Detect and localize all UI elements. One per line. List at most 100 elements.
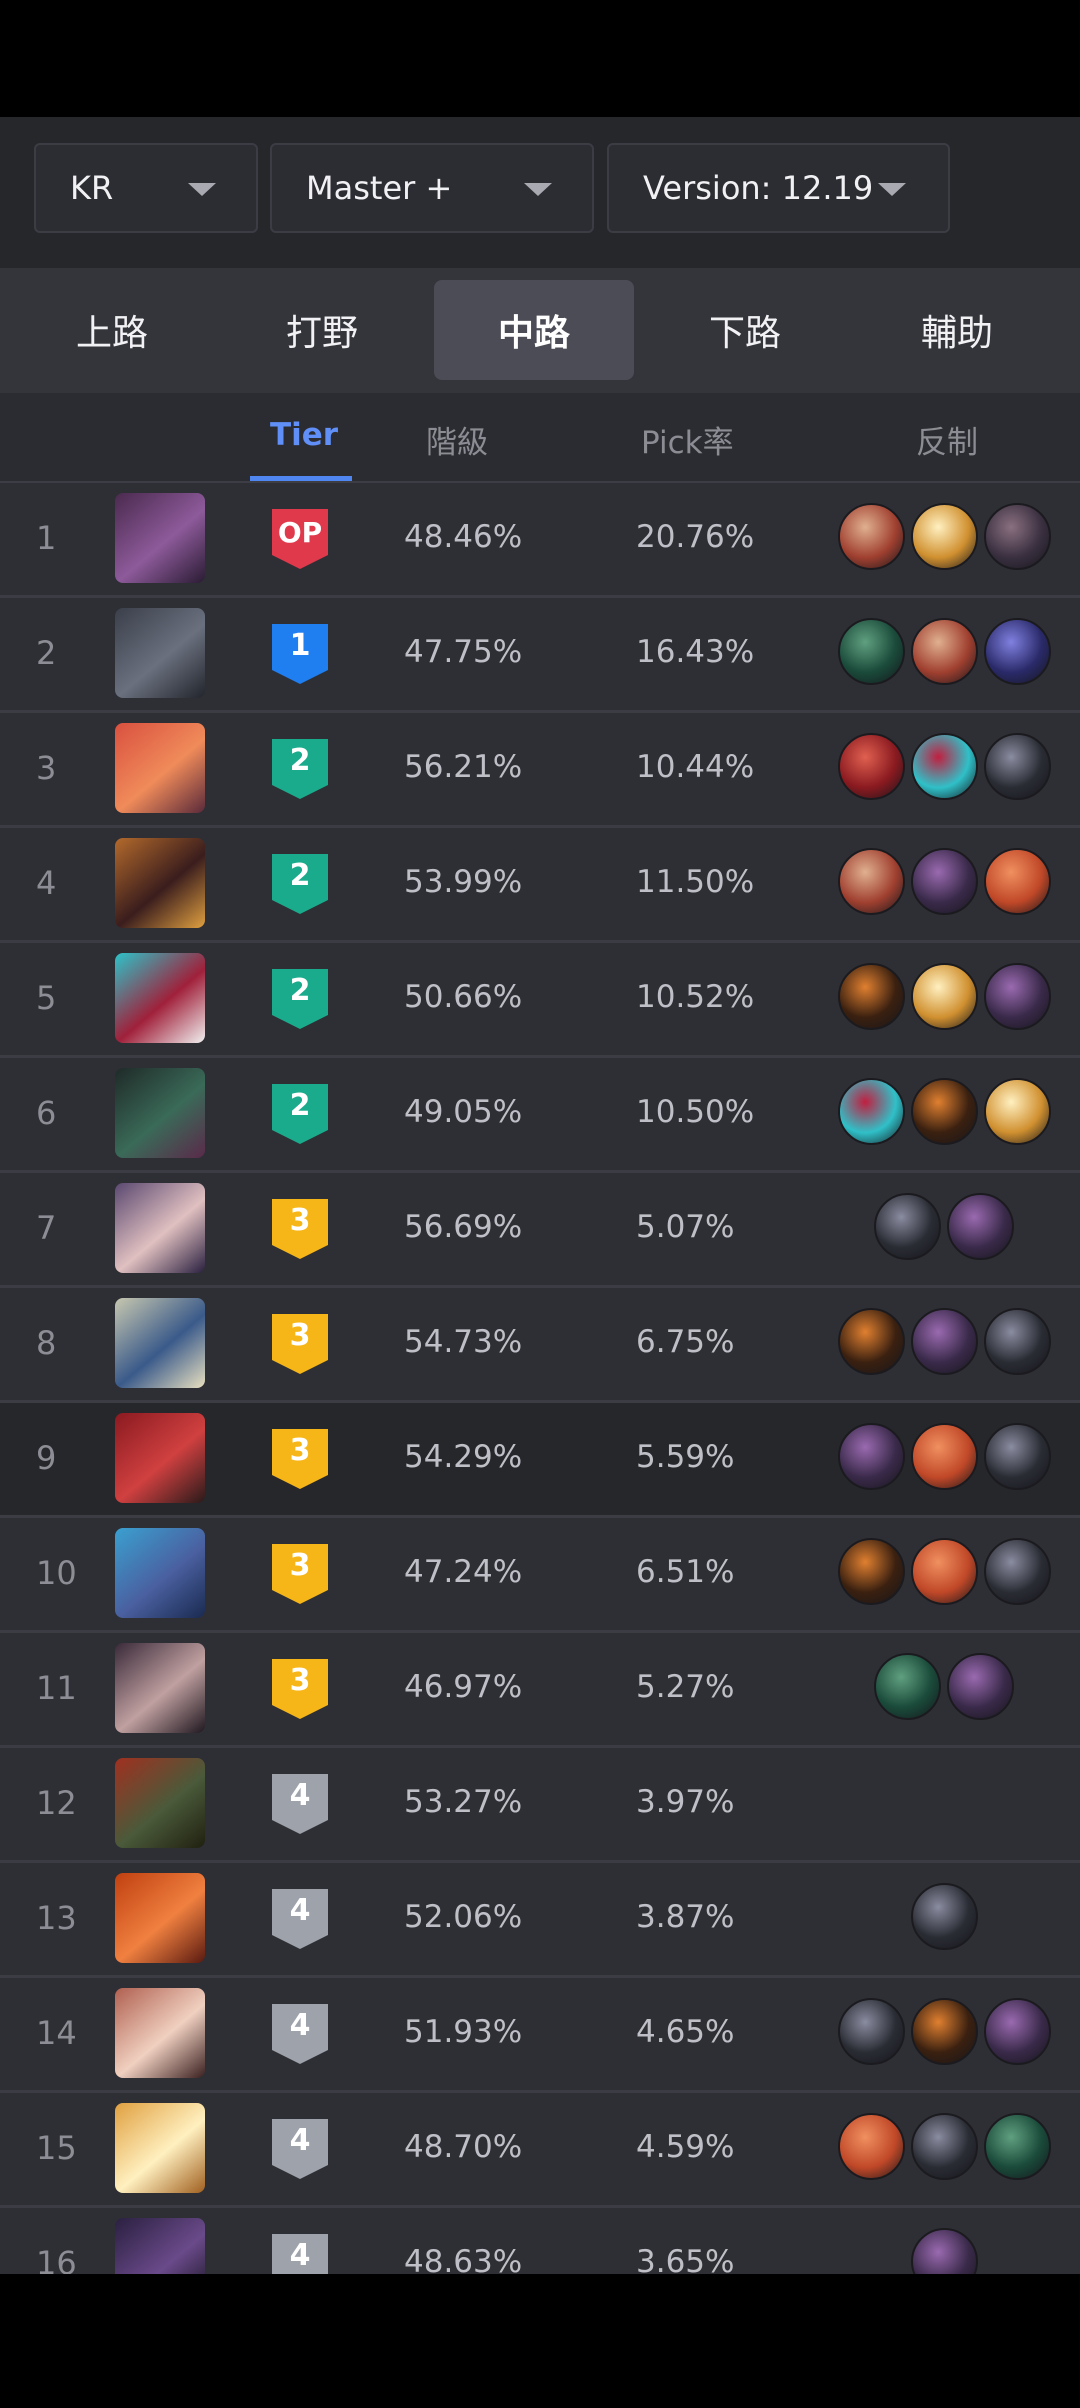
champion-portrait[interactable] — [115, 1413, 205, 1503]
table-row[interactable]: 8 3 54.73% 6.75% — [0, 1288, 1080, 1403]
champion-portrait[interactable] — [115, 1183, 205, 1273]
champion-portrait[interactable] — [115, 1643, 205, 1733]
tier-badge: 2 — [270, 967, 330, 1031]
table-row[interactable]: 4 2 53.99% 11.50% — [0, 828, 1080, 943]
counter-champion-avatar[interactable] — [983, 503, 1051, 570]
counter-champion-avatar[interactable] — [910, 2228, 978, 2274]
pickrate-column-header[interactable]: Pick率 — [641, 417, 734, 462]
tab-bottom[interactable]: 下路 — [645, 280, 845, 380]
status-bar — [0, 0, 1080, 117]
counter-champion-avatar[interactable] — [910, 618, 978, 685]
counter-champion-avatar[interactable] — [837, 1538, 905, 1605]
table-row[interactable]: 9 3 54.29% 5.59% — [0, 1403, 1080, 1518]
table-row[interactable]: 6 2 49.05% 10.50% — [0, 1058, 1080, 1173]
table-row[interactable]: 1 OP 48.46% 20.76% — [0, 483, 1080, 598]
counter-champion-avatar[interactable] — [983, 1423, 1051, 1490]
table-row[interactable]: 16 4 48.63% 3.65% — [0, 2208, 1080, 2274]
champion-portrait[interactable] — [115, 1528, 205, 1618]
counter-champions — [834, 1078, 1054, 1148]
champion-portrait[interactable] — [115, 1873, 205, 1963]
champion-portrait[interactable] — [115, 1068, 205, 1158]
tier-column-header[interactable]: Tier — [270, 417, 338, 453]
tab-jungle[interactable]: 打野 — [222, 280, 422, 380]
tier-badge-label: 4 — [289, 1893, 311, 1928]
win-rate: 47.75% — [404, 634, 523, 670]
counter-champion-avatar[interactable] — [983, 733, 1051, 800]
counter-champion-avatar[interactable] — [983, 1538, 1051, 1605]
table-row[interactable]: 2 1 47.75% 16.43% — [0, 598, 1080, 713]
counter-champion-avatar[interactable] — [874, 1653, 941, 1720]
table-row[interactable]: 14 4 51.93% 4.65% — [0, 1978, 1080, 2093]
counter-champion-avatar[interactable] — [837, 1308, 905, 1375]
counter-champion-avatar[interactable] — [837, 848, 905, 915]
counter-champion-avatar[interactable] — [837, 1998, 905, 2065]
win-rate: 50.66% — [404, 979, 523, 1015]
table-row[interactable]: 11 3 46.97% 5.27% — [0, 1633, 1080, 1748]
counter-champion-avatar[interactable] — [910, 2113, 978, 2180]
tier-badge-label: 4 — [289, 2008, 311, 2043]
table-row[interactable]: 12 4 53.27% 3.97% — [0, 1748, 1080, 1863]
counter-champion-avatar[interactable] — [910, 1998, 978, 2065]
champion-portrait[interactable] — [115, 2103, 205, 2193]
rank-dropdown[interactable]: Master + — [270, 143, 594, 233]
counter-champion-avatar[interactable] — [910, 733, 978, 800]
table-row[interactable]: 5 2 50.66% 10.52% — [0, 943, 1080, 1058]
counter-champion-avatar[interactable] — [983, 2113, 1051, 2180]
region-dropdown[interactable]: KR — [34, 143, 258, 233]
tab-mid[interactable]: 中路 — [434, 280, 634, 380]
counter-champions — [834, 1193, 1054, 1263]
counter-champion-avatar[interactable] — [983, 1998, 1051, 2065]
counter-champion-avatar[interactable] — [947, 1193, 1014, 1260]
counter-champion-avatar[interactable] — [983, 963, 1051, 1030]
champion-portrait[interactable] — [115, 1758, 205, 1848]
champion-portrait[interactable] — [115, 1988, 205, 2078]
tab-top[interactable]: 上路 — [12, 280, 212, 380]
table-row[interactable]: 13 4 52.06% 3.87% — [0, 1863, 1080, 1978]
table-row[interactable]: 3 2 56.21% 10.44% — [0, 713, 1080, 828]
rank-number: 4 — [36, 864, 57, 902]
counter-champion-avatar[interactable] — [910, 1308, 978, 1375]
counter-champion-avatar[interactable] — [910, 963, 978, 1030]
tier-badge: 3 — [270, 1197, 330, 1261]
table-row[interactable]: 15 4 48.70% 4.59% — [0, 2093, 1080, 2208]
champion-portrait[interactable] — [115, 723, 205, 813]
counter-champion-avatar[interactable] — [837, 963, 905, 1030]
counter-champion-avatar[interactable] — [874, 1193, 941, 1260]
counter-champion-avatar[interactable] — [837, 1423, 905, 1490]
counter-champion-avatar[interactable] — [837, 1078, 905, 1145]
counter-champion-avatar[interactable] — [837, 618, 905, 685]
champion-portrait[interactable] — [115, 953, 205, 1043]
champion-portrait[interactable] — [115, 2218, 205, 2274]
champion-portrait[interactable] — [115, 608, 205, 698]
counter-champion-avatar[interactable] — [910, 1883, 978, 1950]
tier-badge: 4 — [270, 2232, 330, 2274]
tier-badge-label: 2 — [289, 1088, 311, 1123]
counter-champion-avatar[interactable] — [983, 1078, 1051, 1145]
version-dropdown[interactable]: Version: 12.19 — [607, 143, 950, 233]
counter-champion-avatar[interactable] — [947, 1653, 1014, 1720]
rank-number: 5 — [36, 979, 57, 1017]
counter-champion-avatar[interactable] — [983, 1308, 1051, 1375]
counter-champion-avatar[interactable] — [910, 1423, 978, 1490]
counter-champion-avatar[interactable] — [983, 618, 1051, 685]
counter-champions — [834, 1308, 1054, 1378]
champion-portrait[interactable] — [115, 838, 205, 928]
table-row[interactable]: 10 3 47.24% 6.51% — [0, 1518, 1080, 1633]
counter-champions — [834, 2113, 1054, 2183]
counter-champion-avatar[interactable] — [910, 503, 978, 570]
tab-support[interactable]: 輔助 — [857, 280, 1057, 380]
winrate-column-header[interactable]: 階級 — [426, 417, 488, 462]
counter-champion-avatar[interactable] — [910, 1538, 978, 1605]
counter-champion-avatar[interactable] — [910, 1078, 978, 1145]
champion-portrait[interactable] — [115, 1298, 205, 1388]
counter-champions — [834, 618, 1054, 688]
counter-champion-avatar[interactable] — [910, 848, 978, 915]
counter-champion-avatar[interactable] — [837, 733, 905, 800]
win-rate: 48.70% — [404, 2129, 523, 2165]
counter-champions — [834, 1883, 1054, 1953]
counter-champion-avatar[interactable] — [983, 848, 1051, 915]
champion-portrait[interactable] — [115, 493, 205, 583]
table-row[interactable]: 7 3 56.69% 5.07% — [0, 1173, 1080, 1288]
counter-champion-avatar[interactable] — [837, 2113, 905, 2180]
counter-champion-avatar[interactable] — [837, 503, 905, 570]
